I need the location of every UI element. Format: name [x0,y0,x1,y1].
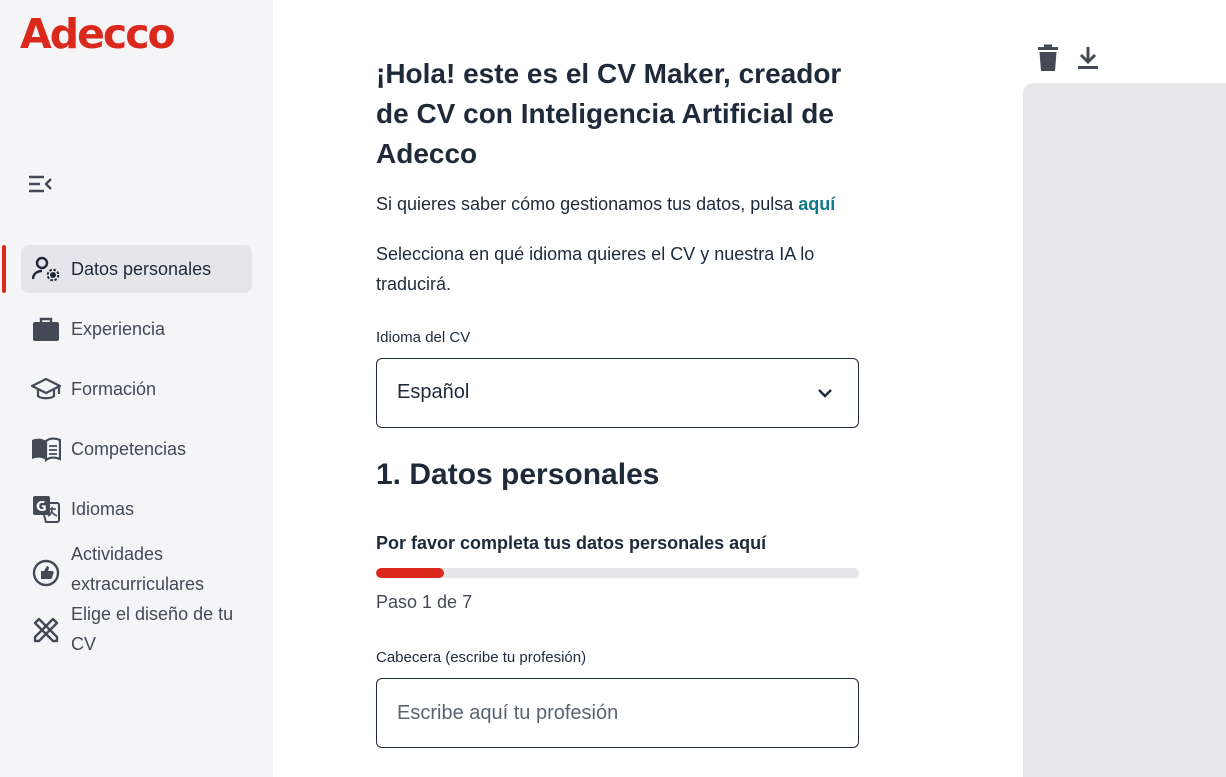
sidebar-item-label: Formación [71,379,157,399]
header-field-label: Cabecera (escribe tu profesión) [376,649,587,666]
privacy-notice: Si quieres saber cómo gestionamos tus da… [376,194,836,214]
adecco-logo[interactable]: Adecco [20,10,176,58]
progress-bar [376,568,859,578]
sidebar-item-elige-diseno[interactable]: Elige el diseño de tu CV [21,604,252,662]
sidebar-item-label: Experiencia [71,319,166,339]
progress-label: Por favor completa tus datos personales … [376,533,767,553]
sidebar-item-label: Idiomas [71,499,135,519]
sidebar-item-actividades-extracurriculares[interactable]: Actividades extracurriculares [21,544,252,602]
thumbs-up-icon [31,558,61,588]
sidebar-item-datos-personales[interactable]: Datos personales [21,245,252,293]
trash-icon[interactable] [1036,44,1062,72]
sidebar-item-experiencia[interactable]: Experiencia [21,305,252,353]
language-field-label: Idioma del CV [376,329,471,346]
section-title: 1. Datos personales [376,458,660,491]
privacy-link[interactable]: aquí [798,194,835,214]
sidebar-item-competencias[interactable]: Competencias [21,425,252,473]
menu-collapse-icon[interactable] [28,172,54,196]
sidebar-item-idiomas[interactable]: G Idiomas [21,485,252,533]
language-select-value: Español [397,381,470,403]
sidebar-item-formacion[interactable]: Formación [21,365,252,413]
user-settings-icon [31,254,61,284]
book-icon [31,434,61,464]
chevron-down-icon [816,384,834,402]
language-select[interactable]: Español [376,358,859,428]
cv-preview [1023,83,1226,777]
step-indicator: Paso 1 de 7 [376,592,473,612]
sidebar-item-label: Competencias [71,439,187,459]
download-icon[interactable] [1076,44,1102,72]
sidebar-item-label: Datos personales [71,259,212,279]
progress-fill [376,568,444,578]
graduation-cap-icon [31,374,61,404]
profession-input[interactable] [376,678,859,748]
sidebar-item-label: Elige el diseño de tu CV [71,604,234,654]
sidebar-item-label: Actividades extracurriculares [71,544,205,594]
language-description: Selecciona en qué idioma quieres el CV y… [376,244,815,294]
translate-icon: G [31,494,61,524]
sidebar: Adecco Datos personales Experiencia Form… [0,0,273,777]
design-tools-icon [31,615,61,645]
active-nav-marker [2,245,6,293]
briefcase-icon [31,314,61,344]
page-title: ¡Hola! este es el CV Maker, creador de C… [376,58,842,169]
